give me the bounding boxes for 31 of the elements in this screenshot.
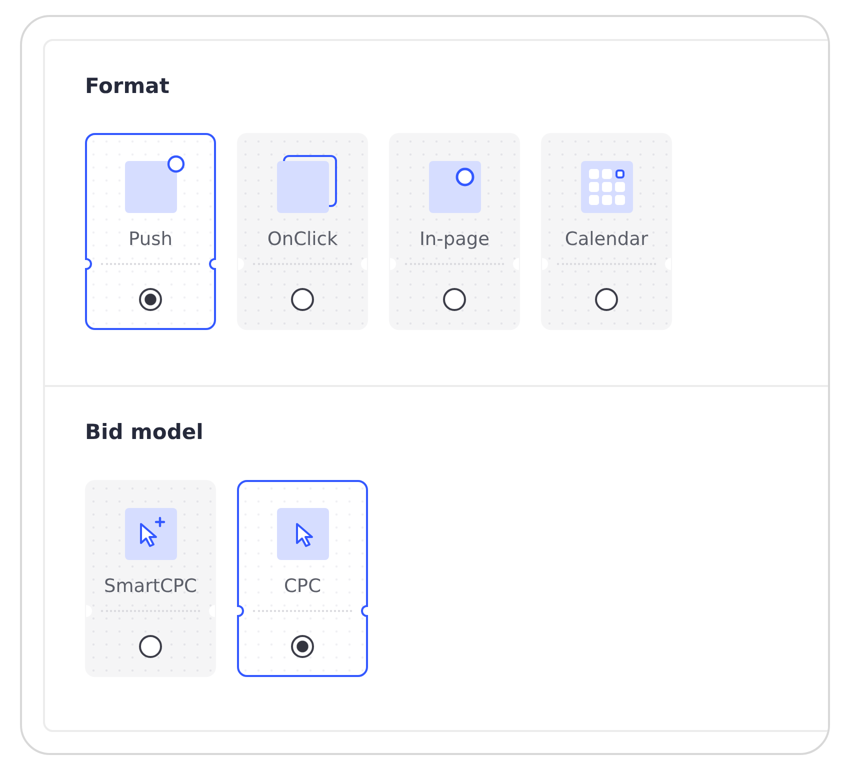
edge-notch — [209, 605, 215, 617]
radio-button[interactable] — [291, 635, 314, 658]
radio-button[interactable] — [139, 288, 162, 311]
edge-notch — [238, 258, 244, 270]
option-card[interactable]: OnClick — [237, 133, 368, 330]
edge-notch — [85, 258, 92, 270]
option-card[interactable]: CPC — [237, 480, 368, 677]
notification-square-icon — [124, 155, 184, 213]
stacked-squares-icon — [276, 155, 336, 213]
option-card[interactable]: Push — [85, 133, 216, 330]
radio-button[interactable] — [595, 288, 618, 311]
edge-notch — [361, 258, 367, 270]
edge-notch — [237, 605, 244, 617]
cursor-plus-icon — [124, 508, 176, 560]
edge-notch — [665, 258, 671, 270]
radio-button[interactable] — [291, 288, 314, 311]
edge-notch — [86, 605, 92, 617]
option-card[interactable]: In-page — [389, 133, 520, 330]
edge-notch — [361, 605, 368, 617]
cursor-icon — [276, 508, 328, 560]
edge-notch — [513, 258, 519, 270]
section-title: Bid model — [85, 420, 204, 444]
calendar-grid-icon — [580, 161, 632, 213]
edge-notch — [390, 258, 396, 270]
option-card[interactable]: Calendar — [541, 133, 672, 330]
edge-notch — [542, 258, 548, 270]
section-title: Format — [85, 74, 170, 98]
radio-button[interactable] — [443, 288, 466, 311]
radio-button[interactable] — [139, 635, 162, 658]
option-card[interactable]: SmartCPC — [85, 480, 216, 677]
edge-notch — [209, 258, 216, 270]
